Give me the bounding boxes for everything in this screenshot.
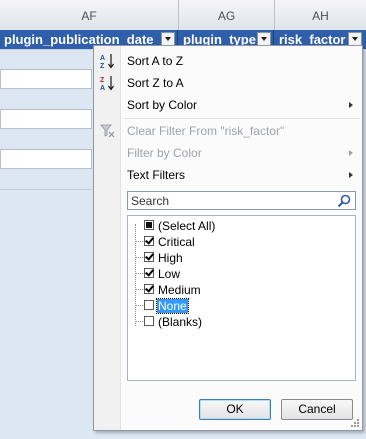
tree-connector	[136, 241, 143, 242]
svg-text:A: A	[100, 55, 105, 62]
list-item-label: High	[158, 251, 183, 265]
tree-connector	[136, 257, 143, 258]
list-item-select-all[interactable]: (Select All)	[128, 218, 328, 234]
menu-item-label: Sort by Color	[127, 98, 198, 112]
menu-item-label: Sort Z to A	[127, 76, 184, 90]
tree-connector	[136, 321, 143, 322]
filter-values-list[interactable]: (Select All) Critical High Low Medium No…	[127, 215, 356, 381]
column-header-af[interactable]: AF	[0, 0, 179, 30]
filter-search-box	[127, 191, 356, 210]
row-divider	[0, 189, 92, 190]
list-item-label: Critical	[158, 235, 195, 249]
submenu-arrow-icon	[349, 172, 353, 178]
menu-item-text-filters[interactable]: Text Filters	[94, 164, 362, 186]
sort-z-to-a-icon: Z A	[100, 76, 114, 92]
grid-cell[interactable]	[0, 149, 92, 169]
list-item-low[interactable]: Low	[128, 266, 328, 282]
autofilter-menu: A Z Sort A to Z Z A Sort Z to A Sort by …	[93, 45, 363, 431]
tree-connector	[136, 289, 143, 290]
list-item-label: Low	[158, 267, 181, 281]
resize-grip-icon[interactable]	[350, 418, 360, 428]
checkbox-select-all[interactable]	[144, 220, 154, 230]
menu-item-label: Clear Filter From "risk_factor"	[127, 124, 285, 138]
row-divider	[0, 49, 92, 50]
cancel-button[interactable]: Cancel	[281, 399, 353, 420]
list-item-medium[interactable]: Medium	[128, 282, 328, 298]
checkbox-low[interactable]	[144, 268, 154, 278]
sort-a-to-z-icon: A Z	[100, 54, 114, 70]
list-item-label: (Select All)	[158, 219, 216, 233]
submenu-arrow-icon	[349, 102, 353, 108]
filter-dropdown-button[interactable]	[257, 32, 271, 46]
grid-cell[interactable]	[0, 69, 92, 89]
list-item-critical[interactable]: Critical	[128, 234, 328, 250]
search-icon[interactable]	[336, 193, 352, 209]
menu-item-clear-filter[interactable]: Clear Filter From "risk_factor"	[94, 120, 362, 142]
checkbox-medium[interactable]	[144, 284, 154, 294]
svg-text:Z: Z	[100, 77, 105, 84]
list-item-high[interactable]: High	[128, 250, 328, 266]
submenu-arrow-icon	[349, 150, 353, 156]
list-item-label: None	[156, 298, 189, 314]
list-item-none[interactable]: None	[128, 298, 328, 314]
grid-cell[interactable]	[0, 109, 92, 129]
column-header-ah[interactable]: AH	[275, 0, 366, 30]
column-header-ag[interactable]: AG	[179, 0, 275, 30]
tree-connector	[136, 273, 143, 274]
clear-filter-icon	[100, 124, 115, 138]
filter-dropdown-button[interactable]	[161, 32, 175, 46]
menu-item-sort-by-color[interactable]: Sort by Color	[94, 94, 362, 116]
ok-button[interactable]: OK	[199, 399, 271, 420]
list-item-label: (Blanks)	[158, 315, 203, 329]
filter-dropdown-button-active[interactable]	[348, 32, 362, 46]
menu-item-label: Filter by Color	[127, 146, 202, 160]
checkbox-critical[interactable]	[144, 236, 154, 246]
menu-item-filter-by-color[interactable]: Filter by Color	[94, 142, 362, 164]
menu-item-label: Sort A to Z	[127, 54, 184, 68]
checkbox-blanks[interactable]	[144, 316, 154, 326]
menu-separator	[124, 118, 360, 119]
svg-text:A: A	[100, 85, 105, 92]
search-input[interactable]	[130, 193, 331, 208]
list-item-label: Medium	[158, 283, 201, 297]
list-item-blanks[interactable]: (Blanks)	[128, 314, 328, 330]
column-header-row: AF AG AH	[0, 0, 366, 31]
tree-connector	[136, 305, 143, 306]
svg-text:Z: Z	[100, 63, 105, 70]
menu-item-sort-a-to-z[interactable]: A Z Sort A to Z	[94, 50, 362, 72]
menu-item-label: Text Filters	[127, 168, 186, 182]
checkbox-none[interactable]	[144, 300, 154, 310]
menu-item-sort-z-to-a[interactable]: Z A Sort Z to A	[94, 72, 362, 94]
checkbox-high[interactable]	[144, 252, 154, 262]
